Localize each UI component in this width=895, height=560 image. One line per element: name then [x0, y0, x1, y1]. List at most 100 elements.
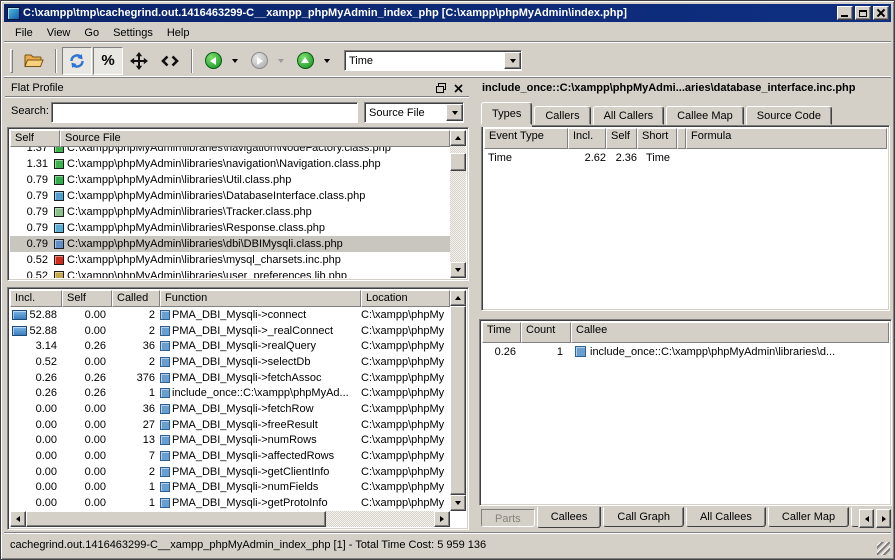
up-button[interactable]: [290, 47, 320, 75]
relative-percent-button[interactable]: %: [93, 47, 123, 75]
function-list-vertical-scrollbar[interactable]: [450, 290, 466, 511]
back-icon: [205, 52, 222, 69]
source-file-row[interactable]: 0.79C:\xampp\phpMyAdmin\libraries\Tracke…: [10, 204, 450, 220]
scrollbar-thumb[interactable]: [450, 153, 466, 171]
callee-row[interactable]: 0.261include_once::C:\xampp\phpMyAdmin\l…: [482, 343, 889, 360]
shorten-templates-button[interactable]: [155, 47, 185, 75]
source-file-row[interactable]: 1.37C:\xampp\phpMyAdmin\libraries\naviga…: [10, 147, 450, 156]
function-row[interactable]: 0.000.0027PMA_DBI_Mysqli->freeResultC:\x…: [10, 417, 450, 433]
menu-file[interactable]: File: [8, 25, 40, 41]
function-row[interactable]: 52.880.002PMA_DBI_Mysqli->_realConnectC:…: [10, 323, 450, 339]
tab-callees[interactable]: Callees: [537, 507, 602, 528]
event-type-dropdown-button[interactable]: [504, 52, 521, 69]
source-file-row[interactable]: 0.79C:\xampp\phpMyAdmin\libraries\dbi\DB…: [10, 236, 450, 252]
back-button[interactable]: [198, 47, 228, 75]
title-bar[interactable]: C:\xampp\tmp\cachegrind.out.1416463299-C…: [4, 4, 891, 22]
function-row[interactable]: 0.000.002PMA_DBI_Mysqli->getClientInfoC:…: [10, 464, 450, 480]
function-row[interactable]: 0.000.0036PMA_DBI_Mysqli->fetchRowC:\xam…: [10, 401, 450, 417]
called-count-cell: 2: [112, 325, 160, 337]
tab-caller-map[interactable]: Caller Map: [768, 507, 849, 527]
function-row[interactable]: 0.000.007PMA_DBI_Mysqli->affectedRowsC:\…: [10, 448, 450, 464]
column-header-short[interactable]: Short: [637, 128, 677, 149]
menu-view[interactable]: View: [40, 25, 78, 41]
grouping-dropdown-button[interactable]: [446, 104, 463, 121]
column-header-incl[interactable]: Incl.: [10, 290, 62, 307]
event-type-cell: Time: [484, 152, 568, 164]
dock-float-button[interactable]: [433, 81, 448, 95]
grouping-combobox[interactable]: Source File: [364, 102, 464, 123]
column-header-time[interactable]: Time: [482, 322, 521, 343]
dock-close-button[interactable]: [451, 81, 466, 95]
column-header-self[interactable]: Self: [606, 128, 637, 149]
scrollbar-thumb[interactable]: [450, 306, 466, 495]
tab-call-graph[interactable]: Call Graph: [603, 507, 684, 527]
event-type-combobox[interactable]: Time: [344, 50, 522, 71]
column-header-location[interactable]: Location: [361, 290, 450, 307]
scroll-down-button[interactable]: [450, 262, 466, 278]
scroll-down-button[interactable]: [450, 495, 466, 511]
source-file-row[interactable]: 1.31C:\xampp\phpMyAdmin\libraries\naviga…: [10, 156, 450, 172]
function-row[interactable]: 0.000.001PMA_DBI_Mysqli->numFieldsC:\xam…: [10, 480, 450, 496]
tab-machine[interactable]: Machine: [851, 507, 858, 527]
scroll-up-button[interactable]: [450, 290, 466, 306]
column-header-callee[interactable]: Callee: [571, 322, 889, 343]
close-button[interactable]: [873, 6, 889, 20]
tab-scroll-right-button[interactable]: [876, 509, 891, 528]
function-name-cell: PMA_DBI_Mysqli->connect: [160, 309, 361, 321]
function-row[interactable]: 0.000.0013PMA_DBI_Mysqli->numRowsC:\xamp…: [10, 433, 450, 449]
scroll-up-button[interactable]: [450, 130, 466, 146]
cycle-detection-button[interactable]: [62, 47, 92, 75]
tab-callers[interactable]: Callers: [534, 106, 590, 125]
source-list-vertical-scrollbar[interactable]: [450, 130, 466, 278]
tab-types[interactable]: Types: [481, 102, 532, 125]
scroll-right-button[interactable]: [434, 511, 450, 527]
function-row[interactable]: 0.260.261include_once::C:\xampp\phpMyAd.…: [10, 385, 450, 401]
event-type-row[interactable]: Time2.622.36Time: [484, 149, 887, 166]
open-file-button[interactable]: [19, 47, 49, 75]
function-list-horizontal-scrollbar[interactable]: [10, 511, 450, 527]
tab-all-callees[interactable]: All Callees: [686, 507, 766, 527]
menu-go[interactable]: Go: [77, 25, 106, 41]
forward-button[interactable]: [244, 47, 274, 75]
scroll-left-button[interactable]: [10, 511, 26, 527]
column-header-self[interactable]: Self: [10, 130, 60, 147]
back-dropdown-arrow[interactable]: [232, 59, 238, 63]
column-header-function[interactable]: Function: [160, 290, 361, 307]
column-header-incl[interactable]: Incl.: [568, 128, 606, 149]
column-header-called[interactable]: Called: [112, 290, 160, 307]
tab-callee-map[interactable]: Callee Map: [666, 106, 744, 125]
forward-dropdown-arrow[interactable]: [278, 59, 284, 63]
source-file-row[interactable]: 0.79C:\xampp\phpMyAdmin\libraries\Databa…: [10, 188, 450, 204]
search-input[interactable]: [51, 102, 358, 123]
tab-all-callers[interactable]: All Callers: [593, 106, 665, 125]
function-row[interactable]: 0.520.002PMA_DBI_Mysqli->selectDbC:\xamp…: [10, 354, 450, 370]
up-dropdown-arrow[interactable]: [324, 59, 330, 63]
scrollbar-thumb[interactable]: [26, 511, 326, 527]
column-header-count[interactable]: Count: [521, 322, 571, 343]
menu-settings[interactable]: Settings: [106, 25, 160, 41]
source-file-row[interactable]: 0.52C:\xampp\phpMyAdmin\libraries\mysql_…: [10, 252, 450, 268]
tab-source-code[interactable]: Source Code: [746, 106, 832, 125]
column-header-source-file[interactable]: Source File: [60, 130, 450, 147]
function-row[interactable]: 3.140.2636PMA_DBI_Mysqli->realQueryC:\xa…: [10, 338, 450, 354]
menu-help[interactable]: Help: [160, 25, 197, 41]
source-file-row[interactable]: 0.52C:\xampp\phpMyAdmin\libraries\user_p…: [10, 268, 450, 278]
tab-scroll-left-button[interactable]: [859, 509, 874, 528]
function-row[interactable]: 52.880.002PMA_DBI_Mysqli->connectC:\xamp…: [10, 307, 450, 323]
dock-title-bar[interactable]: Flat Profile: [5, 80, 469, 97]
location-cell: C:\xampp\phpMy: [361, 403, 450, 415]
column-header-formula[interactable]: Formula: [686, 128, 887, 149]
function-row[interactable]: 0.000.001PMA_DBI_Mysqli->getProtoInfoC:\…: [10, 495, 450, 511]
column-header-event-type[interactable]: Event Type: [484, 128, 568, 149]
function-row[interactable]: 0.260.26376PMA_DBI_Mysqli->fetchAssocC:\…: [10, 370, 450, 386]
minimize-button[interactable]: [837, 6, 853, 20]
event-type-value: Time: [349, 55, 504, 67]
column-header-self[interactable]: Self: [62, 290, 112, 307]
tab-parts[interactable]: Parts: [481, 509, 535, 527]
source-file-row[interactable]: 0.79C:\xampp\phpMyAdmin\libraries\Util.c…: [10, 172, 450, 188]
resize-grip[interactable]: [877, 542, 890, 555]
toolbar-handle[interactable]: [10, 49, 13, 73]
expand-areas-button[interactable]: [124, 47, 154, 75]
source-file-row[interactable]: 0.79C:\xampp\phpMyAdmin\libraries\Respon…: [10, 220, 450, 236]
maximize-button[interactable]: [855, 6, 871, 20]
